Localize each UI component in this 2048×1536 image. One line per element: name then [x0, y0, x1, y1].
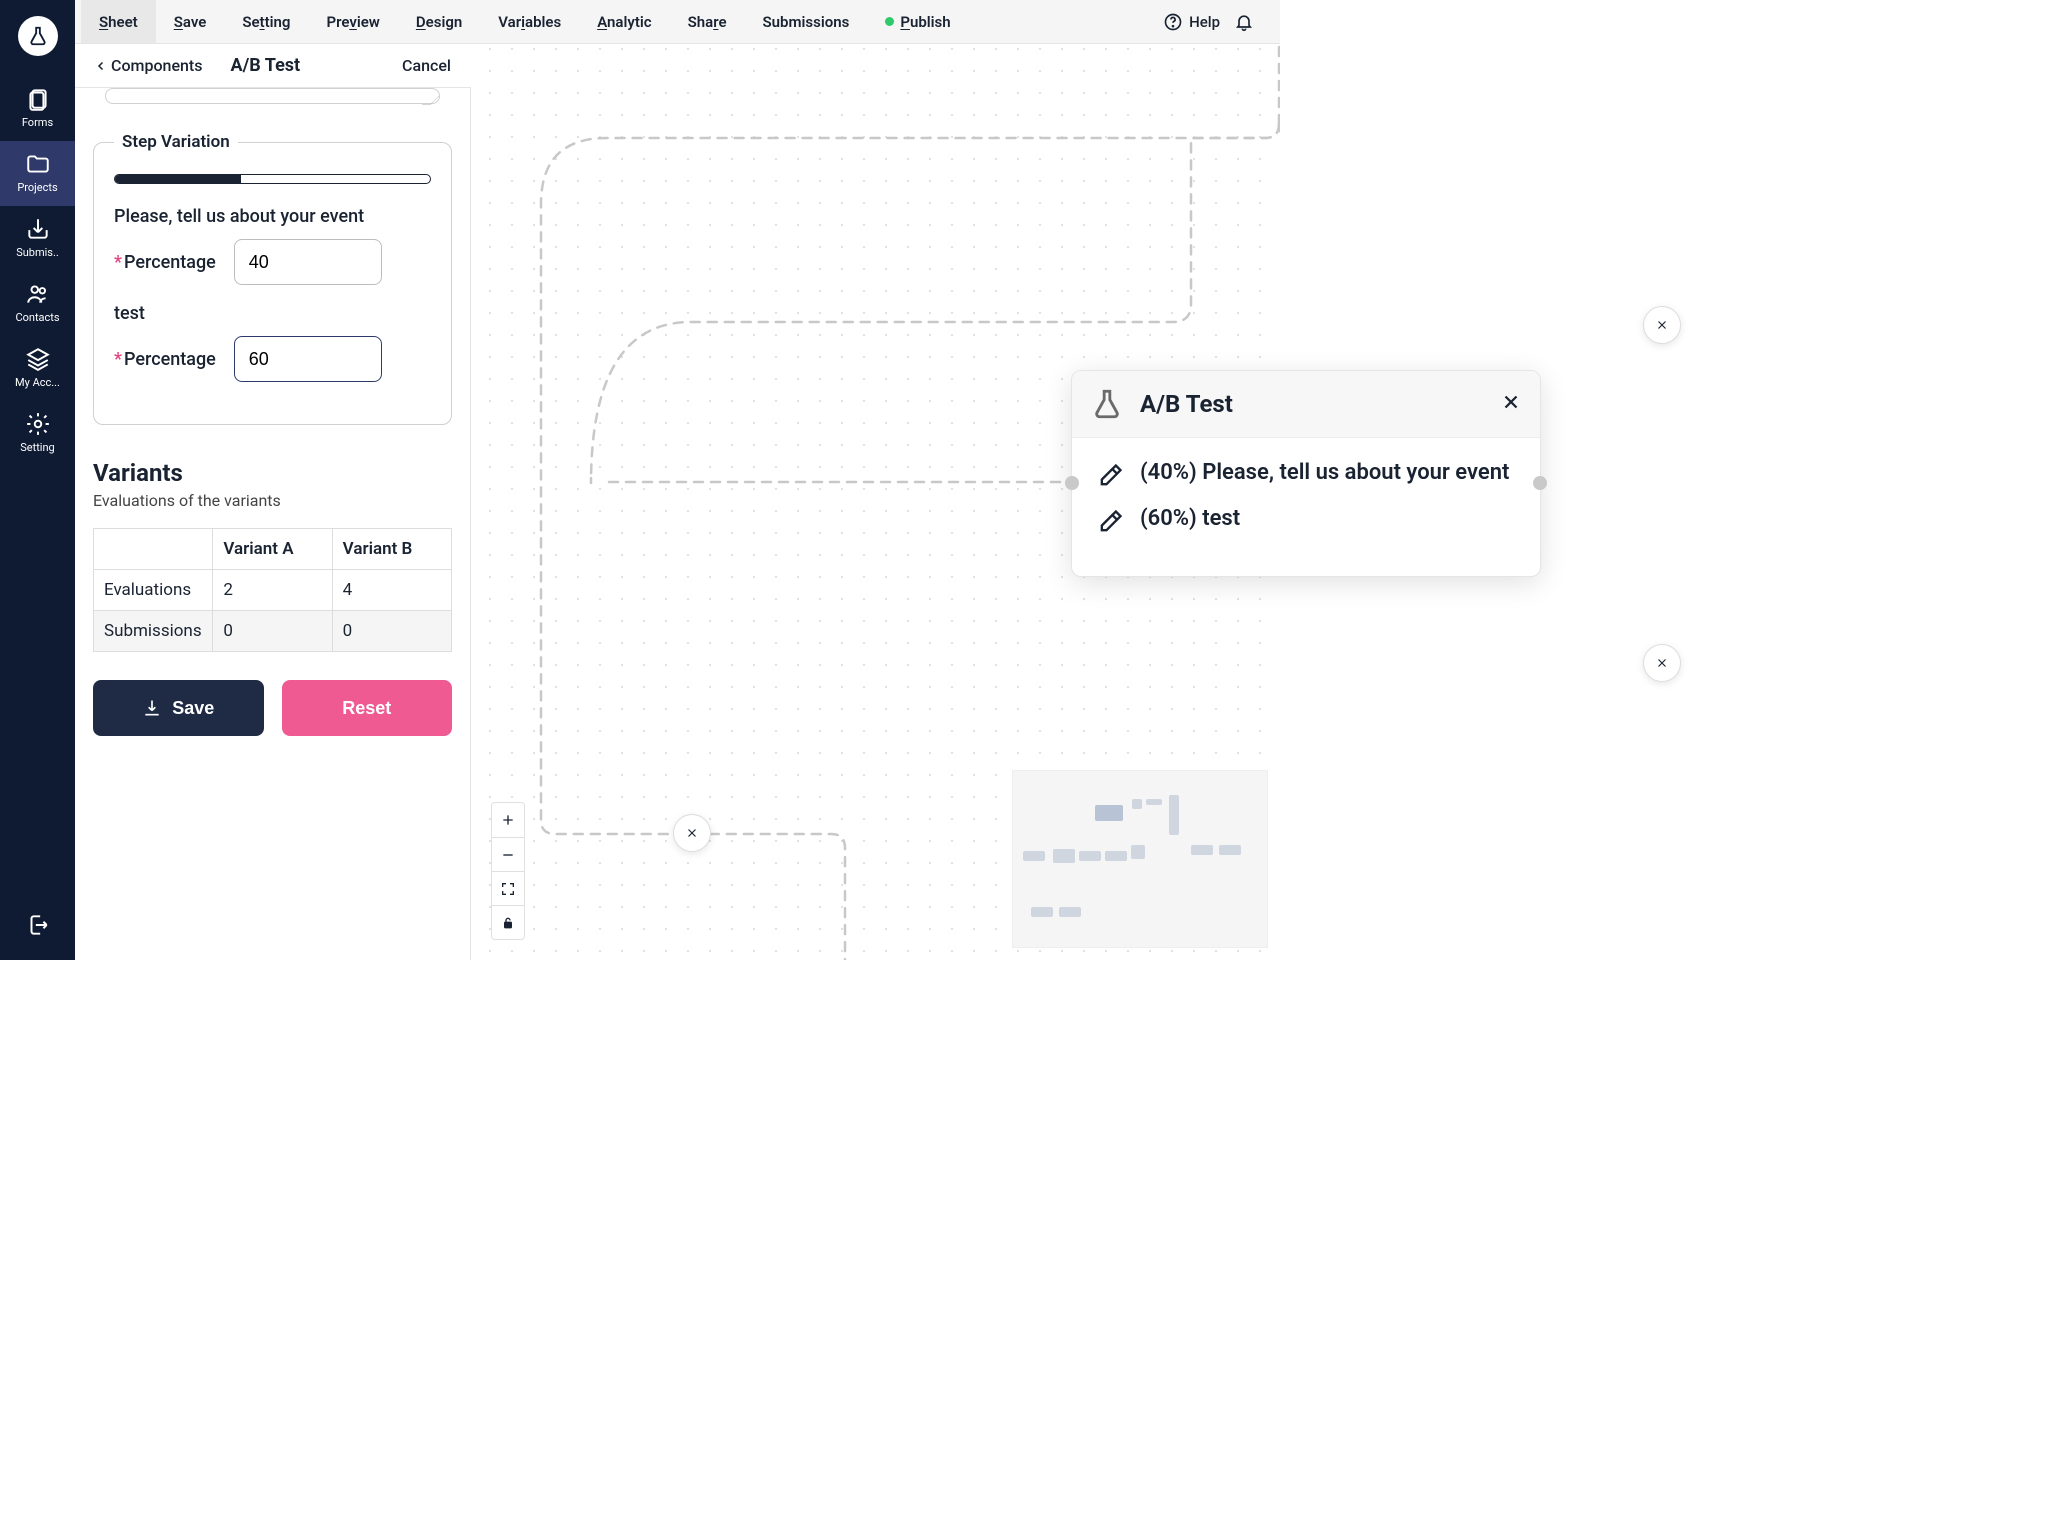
download-icon: [142, 698, 162, 718]
flow-canvas[interactable]: A/B Test (40%) Please, tell us about you…: [471, 44, 1280, 960]
edge-delete[interactable]: [1643, 306, 1681, 344]
inbox-icon: [25, 216, 51, 242]
minimap[interactable]: [1012, 770, 1268, 948]
variant-a-pct-input[interactable]: [234, 239, 382, 285]
menu-sheet[interactable]: Sheet: [81, 0, 156, 43]
menu-analytic[interactable]: Analytic: [579, 0, 669, 43]
variant-b-pct-label: *Percentage: [114, 349, 216, 370]
top-menu: Sheet Save Setting Preview Design Variab…: [75, 0, 1280, 44]
left-rail: Forms Projects Submis.. Contacts My Acc.…: [0, 0, 75, 960]
back-components[interactable]: Components: [95, 56, 202, 75]
variant-a-name: Please, tell us about your event: [114, 206, 431, 227]
menu-design[interactable]: Design: [398, 0, 480, 43]
cancel-button[interactable]: Cancel: [402, 56, 451, 75]
users-icon: [25, 281, 51, 307]
reset-button[interactable]: Reset: [282, 680, 453, 736]
panel-header: Components A/B Test Cancel: [75, 44, 471, 88]
node-variant-a: (40%) Please, tell us about your event: [1096, 458, 1516, 490]
close-icon: [1500, 391, 1522, 413]
edge-delete[interactable]: [1643, 644, 1681, 682]
rail-setting[interactable]: Setting: [0, 401, 75, 466]
logout-icon: [25, 912, 51, 938]
bell-icon[interactable]: [1234, 12, 1254, 32]
node-handle-right[interactable]: [1533, 476, 1547, 490]
menu-submissions[interactable]: Submissions: [745, 0, 868, 43]
clipboard-icon: [25, 86, 51, 112]
menu-preview[interactable]: Preview: [308, 0, 397, 43]
rail-logout[interactable]: [0, 902, 75, 960]
menu-publish[interactable]: Publish: [867, 0, 968, 43]
variation-progress: [114, 174, 431, 184]
step-variation-legend: Step Variation: [114, 132, 238, 152]
eyedropper-icon: [1096, 462, 1124, 490]
gear-icon: [25, 411, 51, 437]
node-title: A/B Test: [1140, 390, 1233, 418]
edge-delete[interactable]: [673, 814, 711, 852]
table-row: Submissions 0 0: [94, 611, 452, 652]
app-logo: [18, 16, 58, 56]
ab-test-node[interactable]: A/B Test (40%) Please, tell us about you…: [1071, 370, 1541, 577]
menu-setting[interactable]: Setting: [224, 0, 308, 43]
variant-b-name: test: [114, 303, 431, 324]
table-col-b: Variant B: [332, 529, 451, 570]
variant-b-pct-input[interactable]: [234, 336, 382, 382]
folder-icon: [25, 151, 51, 177]
zoom-out[interactable]: [492, 837, 524, 871]
rail-projects[interactable]: Projects: [0, 141, 75, 206]
question-icon: [1163, 12, 1183, 32]
table-col-blank: [94, 529, 213, 570]
table-row: Evaluations 2 4: [94, 570, 452, 611]
rail-submissions[interactable]: Submis..: [0, 206, 75, 271]
panel-body: Step Variation Please, tell us about you…: [75, 88, 471, 960]
variants-subheading: Evaluations of the variants: [93, 491, 452, 510]
variants-heading: Variants: [93, 459, 452, 487]
node-handle-left[interactable]: [1065, 476, 1079, 490]
layers-icon: [25, 346, 51, 372]
menu-share[interactable]: Share: [670, 0, 745, 43]
rail-contacts[interactable]: Contacts: [0, 271, 75, 336]
menu-variables[interactable]: Variables: [480, 0, 579, 43]
table-col-a: Variant A: [213, 529, 332, 570]
lock-canvas[interactable]: [492, 905, 524, 939]
eyedropper-icon: [1096, 508, 1124, 536]
flask-icon: [1090, 387, 1124, 421]
variants-table: Variant A Variant B Evaluations 2 4 Subm…: [93, 528, 452, 652]
zoom-controls: [491, 802, 525, 940]
node-variant-b: (60%) test: [1096, 504, 1516, 536]
step-variation-fieldset: Step Variation Please, tell us about you…: [93, 132, 452, 425]
textarea-collapsed[interactable]: [105, 88, 440, 104]
save-button[interactable]: Save: [93, 680, 264, 736]
fit-screen[interactable]: [492, 871, 524, 905]
rail-account[interactable]: My Acc...: [0, 336, 75, 401]
rail-forms[interactable]: Forms: [0, 76, 75, 141]
variant-a-pct-label: *Percentage: [114, 252, 216, 273]
zoom-in[interactable]: [492, 803, 524, 837]
menu-save[interactable]: Save: [156, 0, 225, 43]
panel-title: A/B Test: [230, 55, 300, 76]
chevron-left-icon: [95, 60, 107, 72]
node-close[interactable]: [1500, 391, 1522, 417]
help[interactable]: Help: [1163, 12, 1220, 32]
